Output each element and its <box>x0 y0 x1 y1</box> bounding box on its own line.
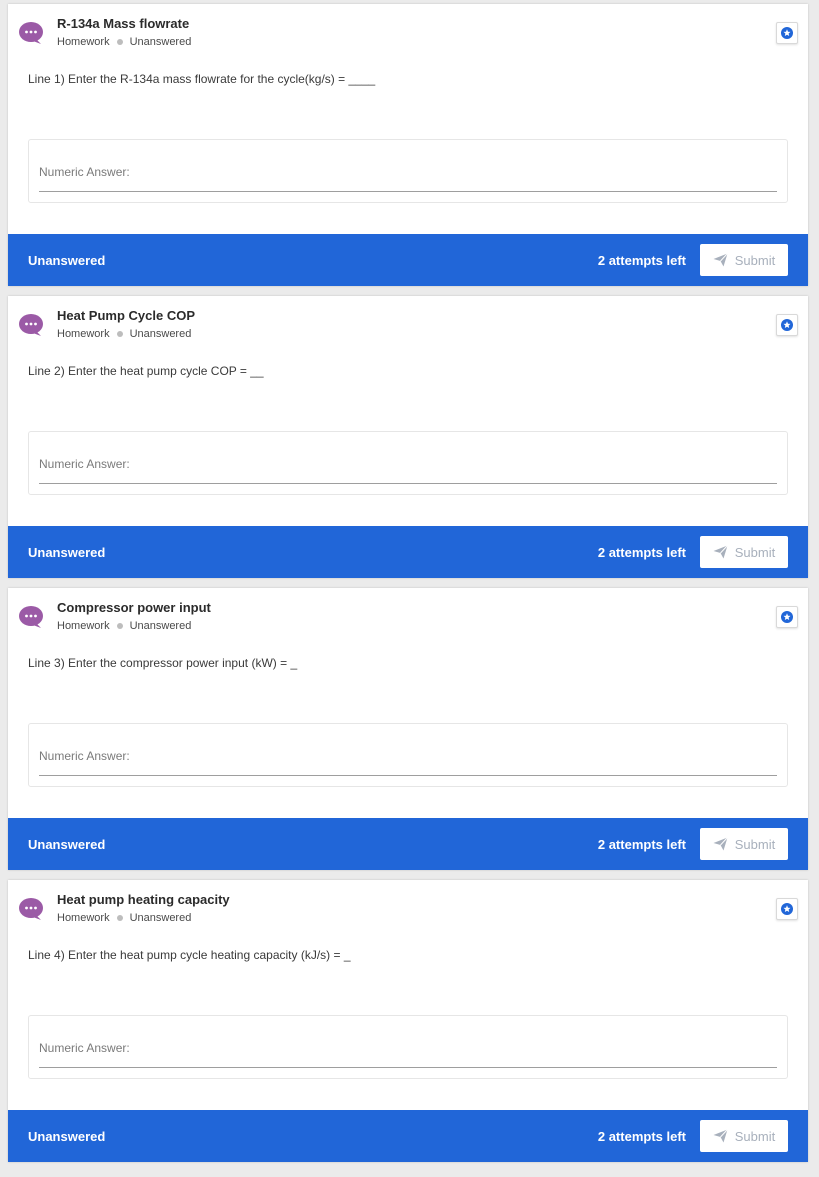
send-icon <box>713 837 728 851</box>
submit-button[interactable]: Submit <box>700 828 788 860</box>
bookmark-button[interactable] <box>776 314 798 336</box>
chat-bubble-icon <box>19 898 43 920</box>
question-meta-status: Unanswered <box>129 36 192 48</box>
submit-label: Submit <box>734 836 776 852</box>
answer-box: Numeric Answer: <box>28 723 788 787</box>
question-card: Heat Pump Cycle COP Homework Unanswered … <box>8 296 808 578</box>
numeric-answer-input[interactable] <box>39 160 777 192</box>
question-meta: Homework Unanswered <box>57 328 191 340</box>
bookmark-button[interactable] <box>776 606 798 628</box>
separator-dot <box>116 331 123 337</box>
submit-label: Submit <box>734 252 776 268</box>
question-footer: Unanswered 2 attempts left Submit <box>8 526 808 578</box>
submit-label: Submit <box>734 544 776 560</box>
answer-status: Unanswered <box>28 253 106 268</box>
question-title: Heat pump heating capacity <box>57 892 230 907</box>
submit-button[interactable]: Submit <box>700 244 788 276</box>
star-icon <box>781 27 793 39</box>
question-category: Homework <box>57 912 110 924</box>
numeric-answer-input[interactable] <box>39 1036 777 1068</box>
send-icon <box>713 253 728 267</box>
attempts-left: 2 attempts left <box>597 545 686 560</box>
submit-button[interactable]: Submit <box>700 536 788 568</box>
attempts-left: 2 attempts left <box>597 253 686 268</box>
question-prompt: Line 4) Enter the heat pump cycle heatin… <box>28 948 351 962</box>
answer-status: Unanswered <box>28 837 106 852</box>
question-meta-status: Unanswered <box>129 912 192 924</box>
question-meta-status: Unanswered <box>129 620 192 632</box>
question-footer: Unanswered 2 attempts left Submit <box>8 818 808 870</box>
numeric-answer-input[interactable] <box>39 744 777 776</box>
question-meta-status: Unanswered <box>129 328 192 340</box>
question-category: Homework <box>57 620 110 632</box>
answer-box: Numeric Answer: <box>28 431 788 495</box>
separator-dot <box>116 623 123 629</box>
answer-status: Unanswered <box>28 545 106 560</box>
question-meta: Homework Unanswered <box>57 36 191 48</box>
numeric-answer-input[interactable] <box>39 452 777 484</box>
question-category: Homework <box>57 36 110 48</box>
attempts-left: 2 attempts left <box>597 837 686 852</box>
question-footer: Unanswered 2 attempts left Submit <box>8 234 808 286</box>
question-footer: Unanswered 2 attempts left Submit <box>8 1110 808 1162</box>
question-card: Compressor power input Homework Unanswer… <box>8 588 808 870</box>
submit-label: Submit <box>734 1128 776 1144</box>
submit-button[interactable]: Submit <box>700 1120 788 1152</box>
bookmark-button[interactable] <box>776 22 798 44</box>
answer-box: Numeric Answer: <box>28 139 788 203</box>
question-card: Heat pump heating capacity Homework Unan… <box>8 880 808 1162</box>
question-prompt: Line 3) Enter the compressor power input… <box>28 656 298 670</box>
attempts-left: 2 attempts left <box>597 1129 686 1144</box>
question-meta: Homework Unanswered <box>57 620 191 632</box>
question-title: R-134a Mass flowrate <box>57 16 190 31</box>
separator-dot <box>116 39 123 45</box>
chat-bubble-icon <box>19 314 43 336</box>
question-title: Heat Pump Cycle COP <box>57 308 195 323</box>
chat-bubble-icon <box>19 22 43 44</box>
star-icon <box>781 611 793 623</box>
star-icon <box>781 903 793 915</box>
question-meta: Homework Unanswered <box>57 912 191 924</box>
question-category: Homework <box>57 328 110 340</box>
answer-box: Numeric Answer: <box>28 1015 788 1079</box>
question-prompt: Line 2) Enter the heat pump cycle COP = … <box>28 364 264 378</box>
answer-status: Unanswered <box>28 1129 106 1144</box>
separator-dot <box>116 915 123 921</box>
send-icon <box>713 545 728 559</box>
star-icon <box>781 319 793 331</box>
question-prompt: Line 1) Enter the R-134a mass flowrate f… <box>28 72 376 86</box>
question-title: Compressor power input <box>57 600 211 615</box>
question-card: R-134a Mass flowrate Homework Unanswered… <box>8 4 808 286</box>
question-list: R-134a Mass flowrate Homework Unanswered… <box>0 0 819 1177</box>
bookmark-button[interactable] <box>776 898 798 920</box>
chat-bubble-icon <box>19 606 43 628</box>
send-icon <box>713 1129 728 1143</box>
